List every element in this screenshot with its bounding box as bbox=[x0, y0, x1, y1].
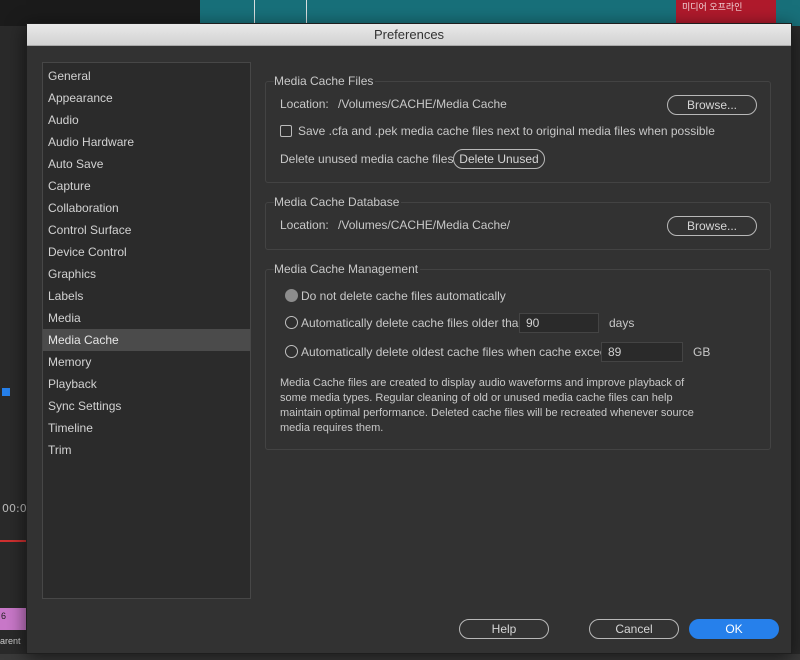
sidebar-item-sync-settings[interactable]: Sync Settings bbox=[43, 395, 250, 417]
background-work-area-line bbox=[0, 540, 26, 542]
sidebar-item-device-control[interactable]: Device Control bbox=[43, 241, 250, 263]
cache-size-gb-input[interactable] bbox=[601, 342, 683, 362]
cache-files-location-value: /Volumes/CACHE/Media Cache bbox=[338, 97, 507, 111]
ok-button[interactable]: OK bbox=[689, 619, 779, 639]
media-cache-files-title: Media Cache Files bbox=[274, 74, 376, 88]
help-button[interactable]: Help bbox=[459, 619, 549, 639]
sidebar-item-media-cache[interactable]: Media Cache bbox=[43, 329, 250, 351]
sidebar-item-graphics[interactable]: Graphics bbox=[43, 263, 250, 285]
radio-delete-older[interactable] bbox=[285, 316, 298, 329]
save-next-to-media-row[interactable]: Save .cfa and .pek media cache files nex… bbox=[280, 124, 715, 138]
media-cache-management-group: Media Cache Management Do not delete cac… bbox=[265, 262, 771, 450]
sidebar-item-collaboration[interactable]: Collaboration bbox=[43, 197, 250, 219]
preferences-category-list: General Appearance Audio Audio Hardware … bbox=[42, 62, 251, 599]
older-than-days-input[interactable] bbox=[519, 313, 599, 333]
sidebar-item-control-surface[interactable]: Control Surface bbox=[43, 219, 250, 241]
background-left-panel bbox=[0, 26, 26, 660]
sidebar-item-auto-save[interactable]: Auto Save bbox=[43, 153, 250, 175]
sidebar-item-memory[interactable]: Memory bbox=[43, 351, 250, 373]
delete-unused-button[interactable]: Delete Unused bbox=[453, 149, 545, 169]
background-track-label: arent bbox=[0, 636, 21, 646]
media-cache-database-title: Media Cache Database bbox=[274, 195, 402, 209]
sidebar-item-playback[interactable]: Playback bbox=[43, 373, 250, 395]
background-timecode: 00:0 bbox=[2, 502, 27, 515]
sidebar-item-trim[interactable]: Trim bbox=[43, 439, 250, 461]
save-next-to-media-label: Save .cfa and .pek media cache files nex… bbox=[298, 124, 715, 138]
dialog-title: Preferences bbox=[27, 24, 791, 46]
cache-db-location-value: /Volumes/CACHE/Media Cache/ bbox=[338, 218, 511, 232]
radio-no-auto-delete-label: Do not delete cache files automatically bbox=[301, 289, 506, 303]
gb-unit: GB bbox=[693, 345, 711, 359]
delete-unused-label: Delete unused media cache files bbox=[280, 152, 454, 166]
save-next-to-media-checkbox[interactable] bbox=[280, 125, 292, 137]
radio-delete-older-label: Automatically delete cache files older t… bbox=[301, 316, 529, 330]
sidebar-item-labels[interactable]: Labels bbox=[43, 285, 250, 307]
media-cache-description: Media Cache files are created to display… bbox=[280, 377, 694, 434]
sidebar-item-media[interactable]: Media bbox=[43, 307, 250, 329]
media-cache-management-title: Media Cache Management bbox=[274, 262, 421, 276]
radio-delete-exceeds-label: Automatically delete oldest cache files … bbox=[301, 345, 623, 359]
media-cache-files-group: Media Cache Files Location: /Volumes/CAC… bbox=[265, 74, 771, 183]
sidebar-item-audio[interactable]: Audio bbox=[43, 109, 250, 131]
sidebar-item-appearance[interactable]: Appearance bbox=[43, 87, 250, 109]
cache-files-browse-button[interactable]: Browse... bbox=[667, 95, 757, 115]
media-cache-database-group: Media Cache Database Location: /Volumes/… bbox=[265, 195, 771, 250]
sidebar-item-general[interactable]: General bbox=[43, 65, 250, 87]
cache-files-location: Location: /Volumes/CACHE/Media Cache bbox=[280, 97, 507, 111]
background-right-panel bbox=[792, 26, 800, 660]
sidebar-item-capture[interactable]: Capture bbox=[43, 175, 250, 197]
preferences-dialog: Preferences General Appearance Audio Aud… bbox=[26, 23, 792, 654]
background-playhead-marker bbox=[2, 388, 10, 396]
cache-db-browse-button[interactable]: Browse... bbox=[667, 216, 757, 236]
radio-delete-exceeds[interactable] bbox=[285, 345, 298, 358]
background-clip-label: 6 bbox=[1, 611, 7, 621]
cancel-button[interactable]: Cancel bbox=[589, 619, 679, 639]
sidebar-item-timeline[interactable]: Timeline bbox=[43, 417, 250, 439]
cache-files-location-label: Location: bbox=[280, 97, 329, 111]
cache-db-location: Location: /Volumes/CACHE/Media Cache/ bbox=[280, 218, 510, 232]
sidebar-item-audio-hardware[interactable]: Audio Hardware bbox=[43, 131, 250, 153]
radio-no-auto-delete[interactable] bbox=[285, 289, 298, 302]
background-bottom-bar bbox=[0, 654, 800, 660]
cache-db-location-label: Location: bbox=[280, 218, 329, 232]
days-unit: days bbox=[609, 316, 635, 330]
